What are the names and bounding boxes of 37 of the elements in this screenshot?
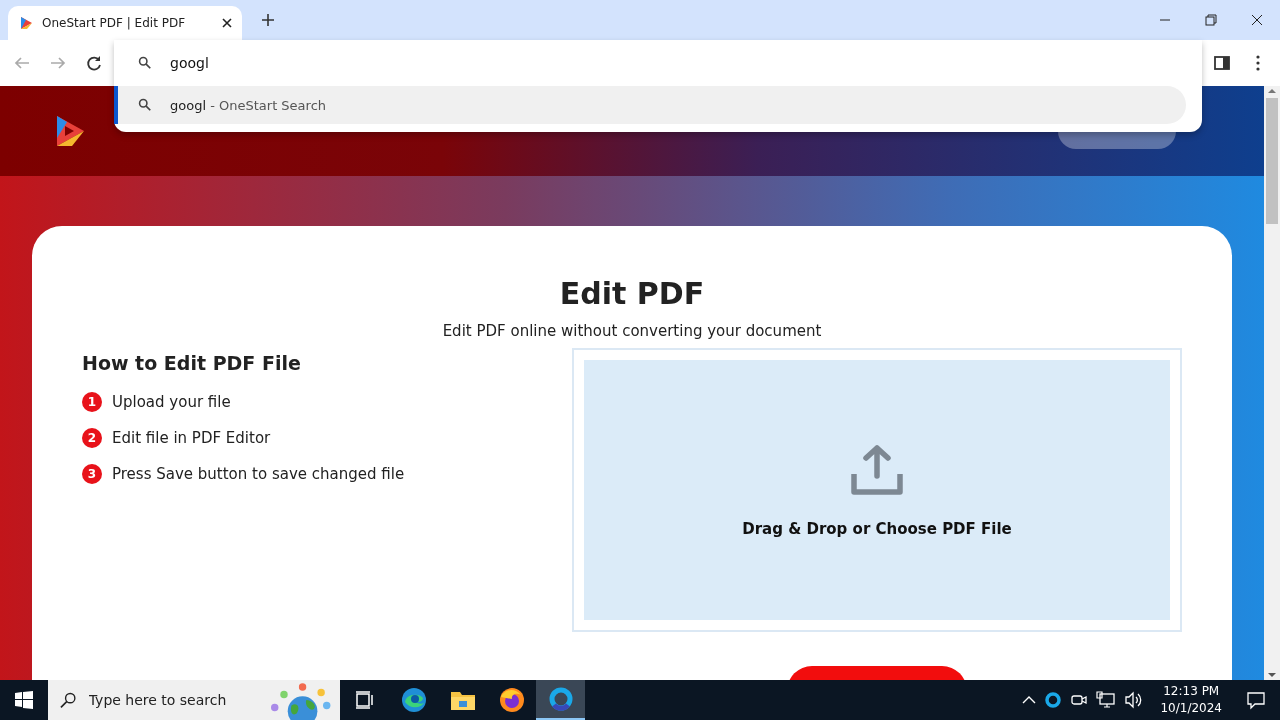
page-title: Edit PDF [558, 275, 706, 313]
scrollbar[interactable] [1264, 86, 1280, 680]
address-field[interactable]: googl [170, 55, 770, 71]
step-text: Press Save button to save changed file [112, 465, 405, 483]
step-text: Edit file in PDF Editor [112, 429, 271, 447]
close-icon[interactable] [222, 18, 232, 28]
search-icon [138, 56, 152, 70]
clock[interactable]: 12:13 PM 10/1/2024 [1152, 683, 1230, 717]
folder-icon[interactable] [449, 689, 476, 711]
windows-start-icon[interactable] [15, 691, 33, 709]
ring-app-icon[interactable] [1044, 691, 1063, 709]
scrollbar-thumb[interactable] [1266, 98, 1278, 224]
step-text: Upload your file [112, 393, 231, 411]
play-logo-icon [18, 15, 34, 31]
section-heading: How to Edit PDF File [82, 352, 302, 374]
ring-app-icon[interactable] [547, 686, 574, 712]
step-number: 3 [82, 464, 102, 484]
upload-dropzone[interactable]: Drag & Drop or Choose PDF File [572, 348, 1182, 632]
dropzone-label: Drag & Drop or Choose PDF File [742, 520, 1012, 538]
step-number: 2 [82, 428, 102, 448]
task-view-icon[interactable] [353, 690, 376, 710]
play-logo-icon [54, 114, 86, 148]
chevron-up-icon[interactable] [1022, 695, 1037, 705]
upload-icon [849, 442, 905, 498]
search-icon [60, 691, 77, 709]
notifications-icon[interactable] [1246, 690, 1266, 710]
browser-tab[interactable]: OneStart PDF | Edit PDF [8, 6, 242, 40]
browser-icon[interactable] [400, 687, 427, 713]
search-suggestion[interactable]: googl - OneStart Search [114, 86, 1186, 124]
firefox-icon[interactable] [498, 687, 525, 713]
search-icon [138, 98, 152, 112]
subtitle: Edit PDF online without converting your document [441, 322, 823, 340]
step-number: 1 [82, 392, 102, 412]
globe-hearts-icon[interactable] [270, 680, 332, 720]
taskbar-search-box[interactable]: Type here to search [48, 680, 340, 720]
network-icon[interactable] [1096, 691, 1117, 709]
taskbar-search-field[interactable]: Type here to search [86, 691, 261, 709]
